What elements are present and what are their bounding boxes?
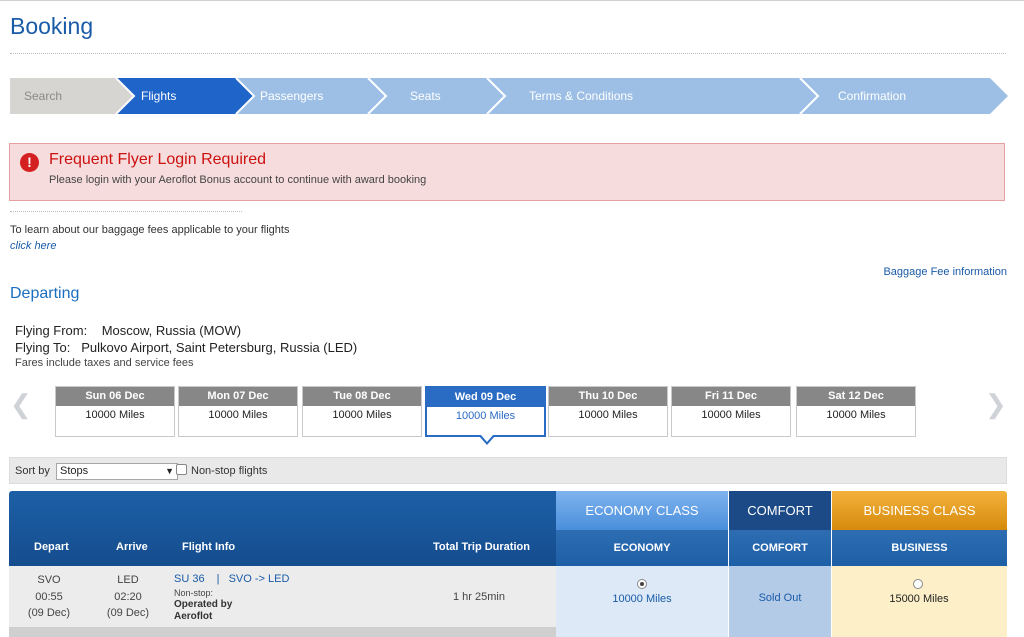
flight-stops: Non-stop:: [174, 588, 214, 598]
sort-by-label: Sort by: [15, 465, 50, 477]
next-dates-arrow-icon[interactable]: ❯: [985, 389, 1007, 420]
col-arrive: Arrive: [116, 541, 148, 553]
nonstop-label: Non-stop flights: [191, 465, 268, 477]
operated-by-carrier: Aeroflot: [174, 611, 213, 622]
economy-fare-radio[interactable]: [637, 579, 647, 589]
date-tab-price: 10000 Miles: [208, 409, 268, 421]
step-search[interactable]: Search: [10, 78, 62, 114]
flight-results-table: Depart Arrive Flight Info Total Trip Dur…: [9, 491, 1007, 637]
date-tab-thu-10[interactable]: Thu 10 Dec 10000 Miles: [548, 386, 668, 437]
login-required-alert: ! Frequent Flyer Login Required Please l…: [9, 143, 1005, 201]
chevron-down-icon: ▼: [165, 466, 174, 476]
flying-to-value: Pulkovo Airport, Saint Petersburg, Russi…: [81, 340, 358, 355]
flight-number-link[interactable]: SU 36: [174, 573, 205, 585]
step-passengers: Passengers: [260, 89, 324, 103]
date-tab-price: 10000 Miles: [578, 409, 638, 421]
economy-fare-price: 10000 Miles: [612, 593, 672, 605]
business-fare-radio[interactable]: [913, 579, 923, 589]
date-tab-wed-09-selected[interactable]: Wed 09 Dec 10000 Miles: [425, 386, 546, 445]
date-tab-day: Mon 07 Dec: [179, 387, 297, 406]
date-tab-day: Fri 11 Dec: [672, 387, 790, 406]
depart-time: 00:55: [35, 591, 63, 603]
arrive-code: LED: [117, 574, 139, 586]
comfort-sold-out: Sold Out: [758, 592, 802, 604]
baggage-fee-info-link[interactable]: Baggage Fee information: [883, 266, 1007, 278]
step-confirmation: Confirmation: [838, 89, 907, 103]
comfort-subheader: COMFORT: [729, 530, 831, 566]
business-class-header: BUSINESS CLASS: [832, 491, 1007, 530]
date-tab-day: Sat 12 Dec: [797, 387, 915, 406]
date-tab-price: 10000 Miles: [455, 410, 516, 422]
prev-dates-arrow-icon[interactable]: ❮: [10, 389, 32, 420]
flight-separator: |: [216, 573, 220, 585]
date-tab-price: 10000 Miles: [826, 409, 886, 421]
flying-from-value: Moscow, Russia (MOW): [101, 323, 242, 338]
col-flight-info: Flight Info: [182, 541, 236, 553]
sort-selected-value: Stops: [60, 465, 89, 477]
nonstop-checkbox[interactable]: [176, 464, 187, 475]
date-tab-sat-12[interactable]: Sat 12 Dec 10000 Miles: [796, 386, 916, 437]
date-tab-tue-08[interactable]: Tue 08 Dec 10000 Miles: [302, 386, 422, 437]
sort-by-select[interactable]: Stops ▼: [56, 463, 178, 480]
flying-from: Flying From: Moscow, Russia (MOW): [15, 323, 241, 338]
step-terms: Terms & Conditions: [529, 89, 634, 103]
business-fare-price: 15000 Miles: [889, 593, 949, 605]
step-seats: Seats: [410, 89, 441, 103]
arrive-date: (09 Dec): [106, 607, 150, 619]
date-tab-price: 10000 Miles: [332, 409, 392, 421]
comfort-class-header: COMFORT: [729, 491, 831, 530]
date-tab-day: Wed 09 Dec: [427, 388, 544, 407]
table-header: [9, 491, 556, 566]
title-divider: [10, 53, 1006, 54]
trip-duration: 1 hr 25min: [453, 591, 505, 603]
arrive-time: 02:20: [114, 591, 142, 603]
fares-note: Fares include taxes and service fees: [15, 357, 194, 369]
operated-by-label: Operated by: [174, 599, 233, 610]
date-tab-price: 10000 Miles: [701, 409, 761, 421]
flying-to-label: Flying To:: [15, 340, 71, 355]
booking-steps: Search Flights Passengers Seats Terms & …: [10, 78, 1008, 114]
date-tab-price: 10000 Miles: [85, 409, 145, 421]
baggage-fees-text: To learn about our baggage fees applicab…: [10, 224, 290, 236]
economy-class-header: ECONOMY CLASS: [556, 491, 728, 530]
baggage-divider: [10, 211, 242, 212]
step-flights[interactable]: Flights: [120, 78, 176, 114]
flight-info: SU 36 | SVO -> LED: [174, 573, 289, 585]
date-tab-day: Sun 06 Dec: [56, 387, 174, 406]
depart-date: (09 Dec): [27, 607, 71, 619]
alert-message: Please login with your Aeroflot Bonus ac…: [49, 174, 427, 186]
date-tab-mon-07[interactable]: Mon 07 Dec 10000 Miles: [178, 386, 298, 437]
alert-title: Frequent Flyer Login Required: [49, 151, 267, 168]
date-tab-day: Thu 10 Dec: [549, 387, 667, 406]
depart-code: SVO: [37, 574, 61, 586]
page-title: Booking: [10, 13, 94, 39]
economy-subheader: ECONOMY: [556, 530, 728, 566]
col-duration: Total Trip Duration: [433, 541, 530, 553]
date-tab-day: Tue 08 Dec: [303, 387, 421, 406]
date-tab-fri-11[interactable]: Fri 11 Dec 10000 Miles: [671, 386, 791, 437]
flying-to: Flying To: Pulkovo Airport, Saint Peters…: [15, 340, 357, 355]
date-tab-sun-06[interactable]: Sun 06 Dec 10000 Miles: [55, 386, 175, 437]
departing-title: Departing: [10, 285, 80, 302]
sort-bar: Sort by Stops ▼ Non-stop flights: [9, 457, 1007, 484]
col-depart: Depart: [34, 541, 69, 553]
business-subheader: BUSINESS: [832, 530, 1007, 566]
alert-icon: !: [20, 153, 39, 172]
baggage-click-here-link[interactable]: click here: [10, 240, 56, 252]
flying-from-label: Flying From:: [15, 323, 88, 338]
flight-route-link[interactable]: SVO -> LED: [229, 573, 290, 585]
